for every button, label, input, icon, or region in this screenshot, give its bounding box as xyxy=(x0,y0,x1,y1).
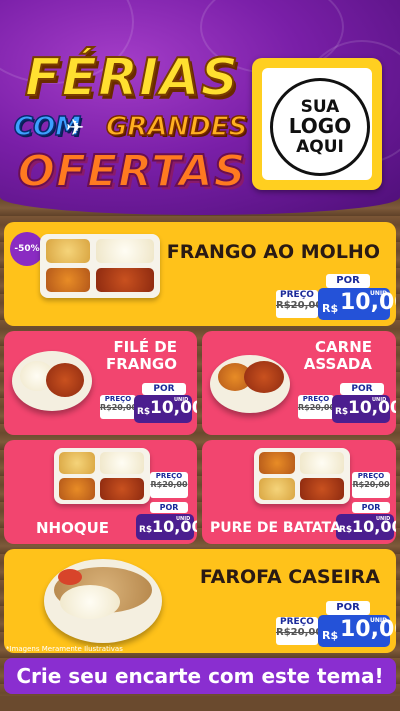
currency: R$ xyxy=(322,629,339,642)
food-section xyxy=(96,268,154,292)
logo-circle: SUA LOGO AQUI xyxy=(270,78,370,176)
food-section xyxy=(58,569,82,585)
new-price: R$ 10,00 UNID xyxy=(318,615,396,647)
currency: R$ xyxy=(139,525,153,535)
food-section xyxy=(96,239,154,263)
food-section xyxy=(59,452,95,474)
food-section xyxy=(259,452,295,474)
price-tag: PREÇO R$20,00 POR R$ 10,00 UNID xyxy=(132,472,197,540)
old-price: R$20,00 xyxy=(276,627,323,638)
old-price: R$20,00 xyxy=(298,403,336,412)
product-card-farofa-caseira[interactable]: FAROFA CASEIRA POR PREÇO R$20,00 R$ 10,0… xyxy=(4,549,396,653)
food-section xyxy=(259,478,295,500)
product-card-pure-de-batata[interactable]: PREÇO R$20,00 POR R$ 10,00 UNID PURE DE … xyxy=(202,440,396,544)
product-card-file-de-frango[interactable]: FILÉ DE FRANGO POR PREÇO R$20,00 R$ 10,0… xyxy=(4,331,197,435)
logo-placeholder: SUA LOGO AQUI xyxy=(252,58,382,190)
por-label: POR xyxy=(340,383,384,395)
title-ofertas: OFERTAS xyxy=(17,145,247,198)
title-ferias: FÉRIAS xyxy=(24,47,240,109)
header-banner: FÉRIAS COM ✈ GRANDES OFERTAS SUA LOGO AQ… xyxy=(0,0,400,215)
product-card-frango-ao-molho[interactable]: -50% FRANGO AO MOLHO POR PREÇO R$20,00 R… xyxy=(4,222,396,326)
preco-box: PREÇO R$20,00 xyxy=(298,395,336,419)
price-tag: PREÇO R$20,00 POR R$ 10,00 UNID xyxy=(336,472,396,540)
product-card-carne-assada[interactable]: CARNE ASSADA POR PREÇO R$20,00 R$ 10,00 … xyxy=(202,331,396,435)
old-price: R$20,00 xyxy=(100,403,138,412)
old-price: R$20,00 xyxy=(352,480,390,489)
new-price: R$ 10,00 UNID xyxy=(136,514,197,540)
title-grandes: GRANDES xyxy=(105,111,248,143)
product-name: PURE DE BATATA xyxy=(210,520,341,536)
preco-label: PREÇO xyxy=(357,472,385,480)
food-section xyxy=(46,239,90,263)
product-name: FILÉ DE FRANGO xyxy=(105,338,177,374)
new-price: R$ 10,00 UNID xyxy=(318,288,396,320)
preco-box: PREÇO R$20,00 xyxy=(150,472,188,498)
preco-box: PREÇO R$20,00 xyxy=(352,472,390,498)
unit: UNID xyxy=(174,397,189,403)
food-image xyxy=(44,559,162,643)
preco-box: PREÇO R$20,00 xyxy=(276,617,323,645)
price-tag: POR PREÇO R$20,00 R$ 10,00 UNID xyxy=(100,383,197,423)
airplane-icon: ✈ xyxy=(66,116,85,141)
new-price: R$ 10,00 UNID xyxy=(332,395,396,423)
old-price: R$20,00 xyxy=(150,480,188,489)
unit: UNID xyxy=(370,617,388,624)
product-name: FRANGO AO MOLHO xyxy=(166,241,380,263)
logo-inner: SUA LOGO AQUI xyxy=(262,68,372,180)
preco-label: PREÇO xyxy=(280,290,314,300)
preco-box: PREÇO R$20,00 xyxy=(100,395,138,419)
product-name: CARNE ASSADA xyxy=(303,338,372,374)
preco-label: PREÇO xyxy=(280,617,314,627)
price-tag: POR PREÇO R$20,00 R$ 10,00 UNID xyxy=(276,274,396,320)
currency: R$ xyxy=(335,407,349,417)
food-section xyxy=(59,478,95,500)
food-section xyxy=(46,268,90,292)
unit: UNID xyxy=(370,290,388,297)
price-tag: POR PREÇO R$20,00 R$ 10,00 UNID xyxy=(298,383,396,423)
food-section xyxy=(100,452,144,474)
old-price: R$20,00 xyxy=(276,300,323,311)
preco-label: PREÇO xyxy=(155,472,183,480)
logo-text-3: AQUI xyxy=(296,136,344,157)
preco-label: PREÇO xyxy=(302,395,330,403)
food-section xyxy=(300,452,344,474)
por-label: POR xyxy=(326,601,370,615)
currency: R$ xyxy=(137,407,151,417)
unit: UNID xyxy=(176,516,191,522)
food-section xyxy=(60,585,120,619)
price-tag: POR PREÇO R$20,00 R$ 10,00 UNID xyxy=(276,601,396,647)
price-value: 10,00 xyxy=(340,290,396,315)
product-name: NHOQUE xyxy=(36,519,110,537)
cta-banner[interactable]: Crie seu encarte com este tema! xyxy=(4,658,396,694)
price-value: 10,00 xyxy=(340,617,396,642)
por-label: POR xyxy=(326,274,370,288)
disclaimer-note: *Imagens Meramente Ilustrativas xyxy=(6,645,123,653)
discount-badge: -50% xyxy=(10,232,44,266)
currency: R$ xyxy=(322,302,339,315)
logo-text-2: LOGO xyxy=(288,114,352,139)
unit: UNID xyxy=(372,397,387,403)
product-card-nhoque[interactable]: PREÇO R$20,00 POR R$ 10,00 UNID NHOQUE xyxy=(4,440,197,544)
preco-box: PREÇO R$20,00 xyxy=(276,290,323,318)
preco-label: PREÇO xyxy=(104,395,132,403)
por-label: POR xyxy=(150,502,188,513)
por-label: POR xyxy=(142,383,186,395)
new-price: R$ 10,00 UNID xyxy=(134,395,197,423)
food-image xyxy=(40,234,160,298)
unit: UNID xyxy=(376,516,391,522)
por-label: POR xyxy=(352,502,390,513)
bottom-strip xyxy=(0,696,400,711)
new-price: R$ 10,00 UNID xyxy=(336,514,396,540)
product-name: FAROFA CASEIRA xyxy=(199,566,380,588)
